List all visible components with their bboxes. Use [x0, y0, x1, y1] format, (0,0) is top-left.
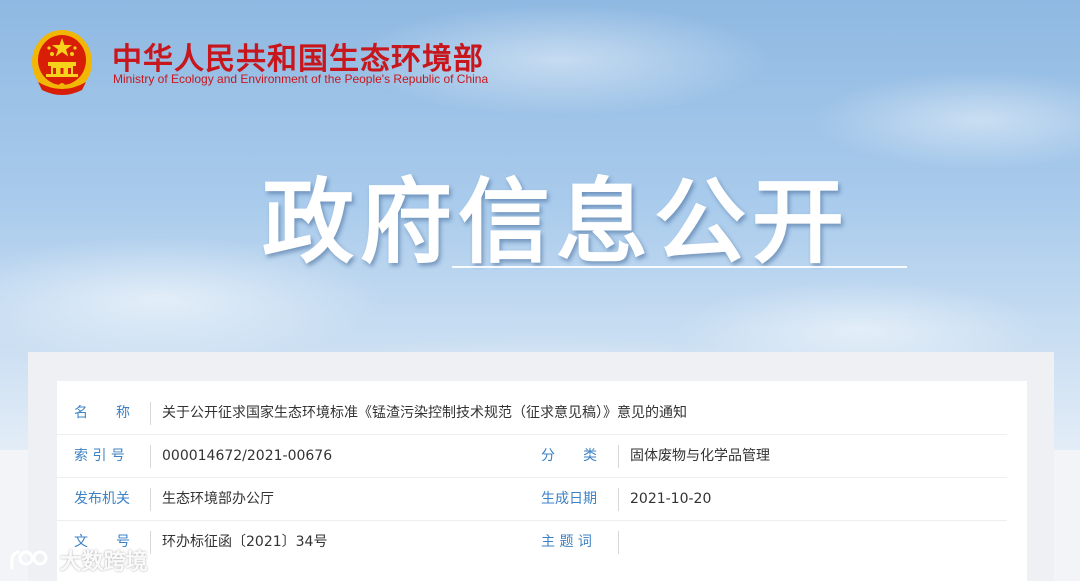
banner-title: 政府信息公开: [262, 169, 851, 276]
divider: [150, 402, 151, 425]
divider: [150, 531, 151, 554]
date-value: 2021-10-20: [630, 491, 712, 507]
name-value: 关于公开征求国家生态环境标准《锰渣污染控制技术规范（征求意见稿）》意见的通知: [162, 405, 687, 421]
info-row-index: 索 引 号 000014672/2021-00676 分 类 固体废物与化学品管…: [57, 435, 1007, 478]
divider: [618, 531, 619, 554]
divider: [618, 445, 619, 468]
ministry-name-en: Ministry of Ecology and Environment of t…: [113, 72, 489, 86]
publisher-label: 发布机关: [74, 491, 130, 507]
divider: [150, 488, 151, 511]
divider: [618, 488, 619, 511]
keywords-label: 主 题 词: [541, 534, 592, 550]
divider: [150, 445, 151, 468]
info-row-publisher: 发布机关 生态环境部办公厅 生成日期 2021-10-20: [57, 478, 1007, 521]
category-value: 固体废物与化学品管理: [630, 448, 770, 464]
watermark: 大数跨境: [8, 544, 148, 575]
title-underline: [452, 266, 907, 268]
publisher-value: 生态环境部办公厅: [162, 491, 274, 507]
national-emblem-icon: [32, 30, 92, 95]
index-label: 索 引 号: [74, 448, 125, 464]
index-value: 000014672/2021-00676: [162, 448, 333, 464]
doc-no-value: 环办标征函〔2021〕34号: [162, 534, 328, 550]
watermark-text: 大数跨境: [59, 550, 148, 575]
info-row-name: 名 称 关于公开征求国家生态环境标准《锰渣污染控制技术规范（征求意见稿）》意见的…: [57, 392, 1007, 435]
name-label: 名 称: [74, 405, 130, 421]
category-label: 分 类: [541, 448, 597, 464]
info-row-doc-no: 文 号 环办标征函〔2021〕34号 主 题 词: [57, 521, 1007, 564]
watermark-logo-icon: [10, 550, 48, 570]
date-label: 生成日期: [541, 491, 597, 507]
